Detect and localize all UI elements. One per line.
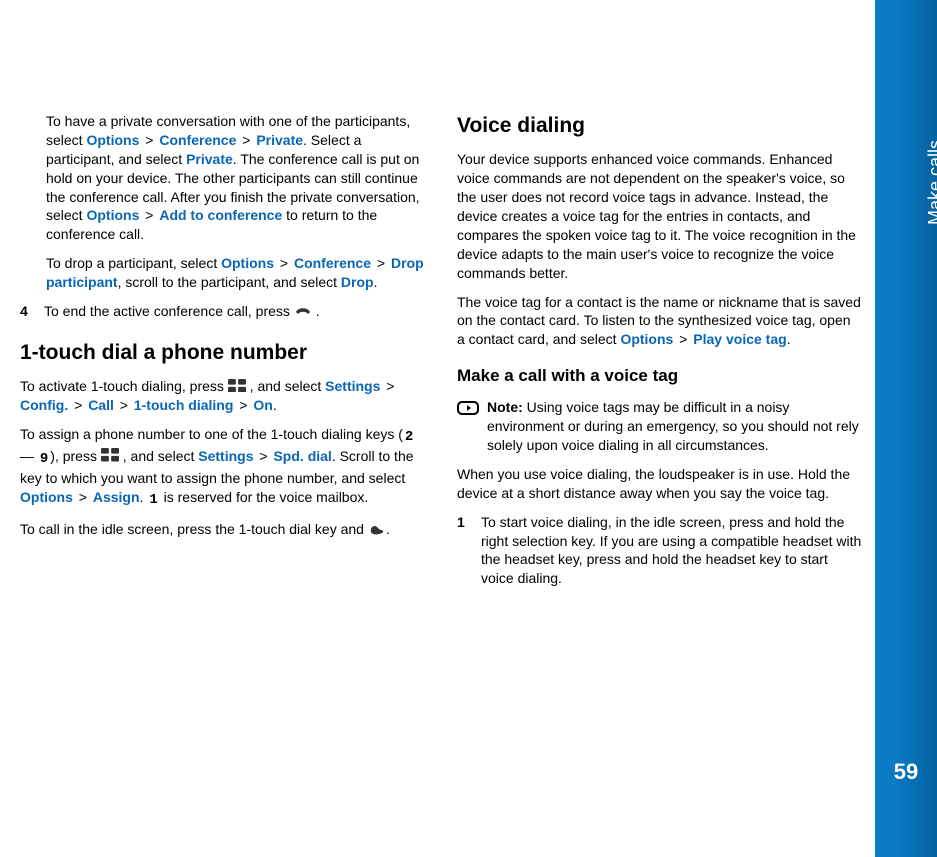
on-link: On <box>253 397 272 413</box>
sep: > <box>274 255 294 271</box>
sep: > <box>68 397 88 413</box>
text: . <box>273 397 277 413</box>
text: . <box>374 274 378 290</box>
note-icon <box>457 400 479 455</box>
sep: > <box>233 397 253 413</box>
assign-link: Assign <box>93 489 140 505</box>
step-4: 4 To end the active conference call, pre… <box>20 302 425 321</box>
key-2-icon: 2 <box>403 428 415 447</box>
text: ), press <box>50 448 101 464</box>
text: , and select <box>123 448 199 464</box>
text: To activate 1-touch dialing, press <box>20 378 228 394</box>
add-to-conference-link: Add to conference <box>159 207 282 223</box>
right-column: Voice dialing Your device supports enhan… <box>457 112 862 598</box>
send-key-icon <box>368 521 386 533</box>
note-text: Note: Using voice tags may be difficult … <box>487 398 862 455</box>
text: . <box>316 303 320 319</box>
para-assign-one-touch: To assign a phone number to one of the 1… <box>20 425 425 510</box>
private-link: Private <box>186 151 233 167</box>
heading-one-touch-dial: 1-touch dial a phone number <box>20 339 425 367</box>
step-number: 4 <box>20 302 34 321</box>
one-touch-dialing-link: 1-touch dialing <box>134 397 234 413</box>
options-link: Options <box>620 331 673 347</box>
note-block: Note: Using voice tags may be difficult … <box>457 398 862 455</box>
side-tab: Make calls 59 <box>875 0 937 857</box>
para-activate-one-touch: To activate 1-touch dialing, press , and… <box>20 377 425 415</box>
end-key-icon <box>294 303 312 315</box>
sep: > <box>139 207 159 223</box>
text: To assign a phone number to one of the 1… <box>20 426 403 442</box>
content-columns: To have a private conversation with one … <box>20 112 862 598</box>
para-call-idle: To call in the idle screen, press the 1-… <box>20 520 425 539</box>
settings-link: Settings <box>198 448 253 464</box>
conference-private-paragraph: To have a private conversation with one … <box>20 112 425 292</box>
menu-key-icon <box>101 448 119 460</box>
sep: > <box>236 132 256 148</box>
text: . <box>140 489 148 505</box>
conference-link: Conference <box>294 255 371 271</box>
text: To drop a participant, select <box>46 255 221 271</box>
settings-link: Settings <box>325 378 380 394</box>
sep: > <box>673 331 693 347</box>
step-number: 1 <box>457 513 471 589</box>
sep: > <box>371 255 391 271</box>
text: . <box>386 521 390 537</box>
step-1: 1 To start voice dialing, in the idle sc… <box>457 513 862 589</box>
options-link: Options <box>86 132 139 148</box>
text: . <box>787 331 791 347</box>
private-link: Private <box>256 132 303 148</box>
options-link: Options <box>86 207 139 223</box>
left-column: To have a private conversation with one … <box>20 112 425 598</box>
play-voice-tag-link: Play voice tag <box>693 331 786 347</box>
text: — <box>20 448 38 464</box>
text: is reserved for the voice mailbox. <box>160 489 369 505</box>
text: , and select <box>250 378 326 394</box>
options-link: Options <box>221 255 274 271</box>
para-voice-intro: Your device supports enhanced voice comm… <box>457 150 862 282</box>
para-drop: To drop a participant, select Options > … <box>46 254 425 292</box>
key-1-icon: 1 <box>147 491 159 510</box>
sep: > <box>380 378 396 394</box>
key-9-icon: 9 <box>38 450 50 469</box>
step-body: To start voice dialing, in the idle scre… <box>481 513 862 589</box>
options-link: Options <box>20 489 73 505</box>
spd-dial-link: Spd. dial <box>273 448 331 464</box>
section-label: Make calls <box>923 140 937 225</box>
text: , scroll to the participant, and select <box>118 274 341 290</box>
sep: > <box>114 397 134 413</box>
para-loudspeaker: When you use voice dialing, the loudspea… <box>457 465 862 503</box>
heading-voice-dialing: Voice dialing <box>457 112 862 140</box>
text: Using voice tags may be difficult in a n… <box>487 399 859 453</box>
heading-make-call-voice-tag: Make a call with a voice tag <box>457 365 862 388</box>
note-label: Note: <box>487 399 523 415</box>
sep: > <box>73 489 93 505</box>
drop-link: Drop <box>341 274 374 290</box>
step-body: To end the active conference call, press… <box>44 302 425 321</box>
conference-link: Conference <box>159 132 236 148</box>
text: To end the active conference call, press <box>44 303 294 319</box>
text: To call in the idle screen, press the 1-… <box>20 521 368 537</box>
config-link: Config. <box>20 397 68 413</box>
sep: > <box>254 448 274 464</box>
sep: > <box>139 132 159 148</box>
call-link: Call <box>88 397 114 413</box>
menu-key-icon <box>228 378 246 390</box>
page-number: 59 <box>875 757 937 787</box>
para-voice-tag: The voice tag for a contact is the name … <box>457 293 862 350</box>
para-private: To have a private conversation with one … <box>46 112 425 244</box>
